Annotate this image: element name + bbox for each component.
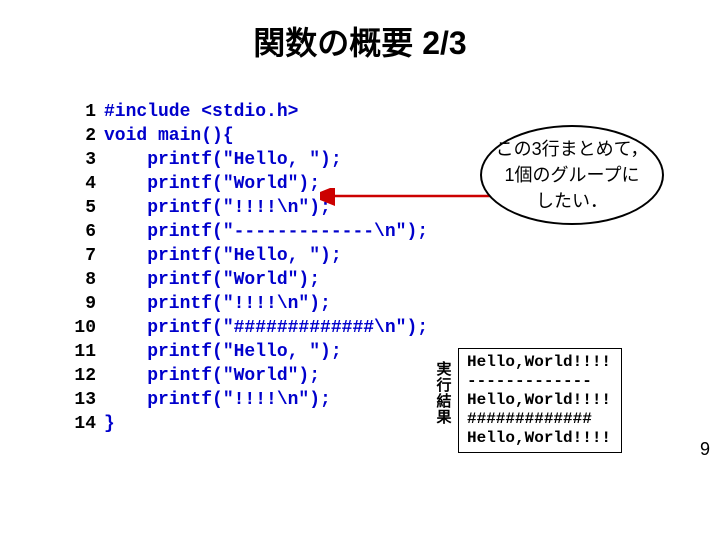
line-number: 14 (72, 412, 96, 436)
line-number: 12 (72, 364, 96, 388)
code-line: 12 printf("World"); (72, 364, 428, 388)
code-text: } (104, 414, 115, 434)
code-text: printf("-------------\n"); (104, 222, 428, 242)
code-line: 13 printf("!!!!\n"); (72, 388, 428, 412)
code-line: 9 printf("!!!!\n"); (72, 292, 428, 316)
line-number: 10 (72, 316, 96, 340)
balloon-text: この3行まとめて， 1個のグループに したい． (496, 136, 649, 214)
line-number: 1 (72, 100, 96, 124)
result-output: Hello,World!!!! ------------- Hello,Worl… (458, 348, 622, 453)
code-text: printf("Hello, "); (104, 342, 342, 362)
code-line: 1 #include <stdio.h> (72, 100, 428, 124)
code-text: printf("World"); (104, 270, 320, 290)
slide-title: 関数の概要 2/3 (0, 0, 720, 64)
code-text: printf("!!!!\n"); (104, 294, 331, 314)
code-line: 14} (72, 412, 428, 436)
code-line: 2 void main(){ (72, 124, 428, 148)
code-text: void main(){ (104, 126, 234, 146)
line-number: 9 (72, 292, 96, 316)
code-text: printf("!!!!\n"); (104, 198, 331, 218)
code-line: 3 printf("Hello, "); (72, 148, 428, 172)
code-text: printf("Hello, "); (104, 246, 342, 266)
code-text: printf("!!!!\n"); (104, 390, 331, 410)
line-number: 6 (72, 220, 96, 244)
line-number: 7 (72, 244, 96, 268)
code-text: printf("Hello, "); (104, 150, 342, 170)
code-text: printf("World"); (104, 174, 320, 194)
line-number: 13 (72, 388, 96, 412)
code-line: 5 printf("!!!!\n"); (72, 196, 428, 220)
code-block: 1#include <stdio.h>2void main(){3 printf… (72, 100, 428, 436)
line-number: 11 (72, 340, 96, 364)
code-text: #include <stdio.h> (104, 102, 298, 122)
line-number: 5 (72, 196, 96, 220)
balloon-callout: この3行まとめて， 1個のグループに したい． (480, 125, 664, 225)
line-number: 8 (72, 268, 96, 292)
line-number: 3 (72, 148, 96, 172)
code-line: 8 printf("World"); (72, 268, 428, 292)
code-text: printf("#############\n"); (104, 318, 428, 338)
code-line: 6 printf("-------------\n"); (72, 220, 428, 244)
code-line: 7 printf("Hello, "); (72, 244, 428, 268)
code-text: printf("World"); (104, 366, 320, 386)
line-number: 2 (72, 124, 96, 148)
code-line: 10 printf("#############\n"); (72, 316, 428, 340)
code-line: 11 printf("Hello, "); (72, 340, 428, 364)
line-number: 4 (72, 172, 96, 196)
page-number: 9 (700, 439, 710, 460)
result-label: 実行結果 (436, 362, 452, 426)
code-line: 4 printf("World"); (72, 172, 428, 196)
